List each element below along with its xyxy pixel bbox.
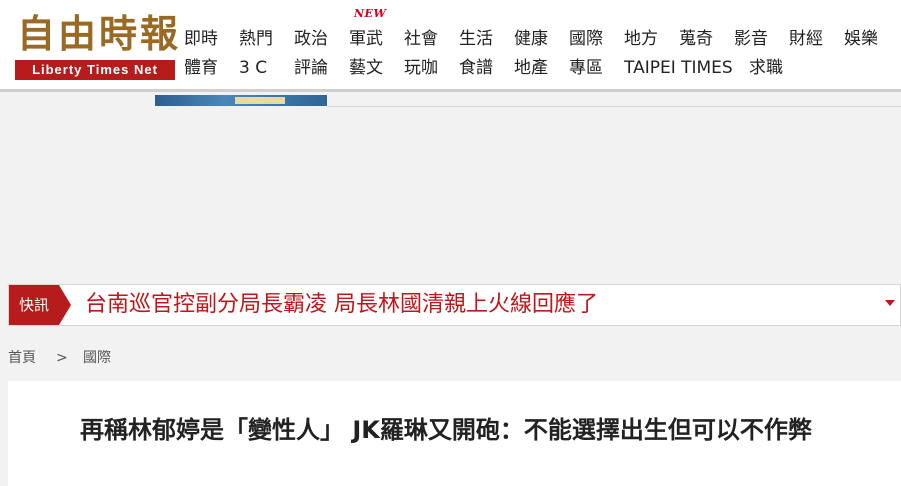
nav-item-sports[interactable]: 體育 <box>184 56 218 80</box>
nav-item-finance[interactable]: 財經 <box>789 27 823 51</box>
nav-item-health[interactable]: 健康 <box>514 27 548 51</box>
nav-item-life[interactable]: 生活 <box>459 27 493 51</box>
new-badge: NEW <box>354 7 387 20</box>
nav-item-estate[interactable]: 地產 <box>514 56 548 80</box>
breadcrumb-section[interactable]: 國際 <box>83 348 111 368</box>
article-title: 再稱林郁婷是「變性人」 JK羅琳又開砲：不能選擇出生但可以不作弊 <box>80 416 812 444</box>
nav-item-arts[interactable]: 藝文 <box>349 56 383 80</box>
nav-item-novelty[interactable]: 蒐奇 <box>679 27 713 51</box>
nav-item-playing[interactable]: 玩咖 <box>404 56 438 80</box>
nav-item-special[interactable]: 專區 <box>569 56 603 80</box>
breaking-news-bar: 快訊 台南巡官控副分局長霸凌 局長林國清親上火線回應了 <box>8 284 901 326</box>
nav-item-recipes[interactable]: 食譜 <box>459 56 493 80</box>
chevron-down-icon[interactable] <box>885 300 895 306</box>
nav-item-taipei-times[interactable]: TAIPEI TIMES <box>624 56 733 80</box>
nav-item-military[interactable]: 軍武 <box>349 27 383 51</box>
nav-item-society[interactable]: 社會 <box>404 27 438 51</box>
nav-item-opinion[interactable]: 評論 <box>294 56 328 80</box>
breadcrumb-home[interactable]: 首頁 <box>8 348 36 368</box>
breaking-news-headline[interactable]: 台南巡官控副分局長霸凌 局長林國清親上火線回應了 <box>85 285 598 325</box>
nav-item-3c[interactable]: 3 C <box>239 56 267 80</box>
nav-item-video[interactable]: 影音 <box>734 27 768 51</box>
article-container: 再稱林郁婷是「變性人」 JK羅琳又開砲：不能選擇出生但可以不作弊 <box>8 381 901 486</box>
nav-item-instant[interactable]: 即時 <box>184 27 218 51</box>
logo-chinese-name: 自由時報 <box>17 11 182 56</box>
site-logo[interactable]: 自由時報 Liberty Times Net <box>15 12 178 80</box>
nav-item-local[interactable]: 地方 <box>624 27 658 51</box>
logo-english-name: Liberty Times Net <box>15 60 175 80</box>
ad-divider <box>327 106 901 107</box>
site-header: 自由時報 Liberty Times Net NEW 即時 熱門 政治 軍武 社… <box>0 0 901 92</box>
ad-banner[interactable] <box>155 95 327 106</box>
nav-item-jobs[interactable]: 求職 <box>749 56 783 80</box>
nav-item-world[interactable]: 國際 <box>569 27 603 51</box>
nav-item-politics[interactable]: 政治 <box>294 27 328 51</box>
ad-banner-tag <box>235 97 285 104</box>
breadcrumb-separator: > <box>56 350 68 366</box>
breaking-arrow-icon <box>59 285 71 325</box>
breaking-news-label: 快訊 <box>9 285 59 325</box>
nav-item-entertainment[interactable]: 娛樂 <box>844 27 878 51</box>
nav-item-hot[interactable]: 熱門 <box>239 27 273 51</box>
